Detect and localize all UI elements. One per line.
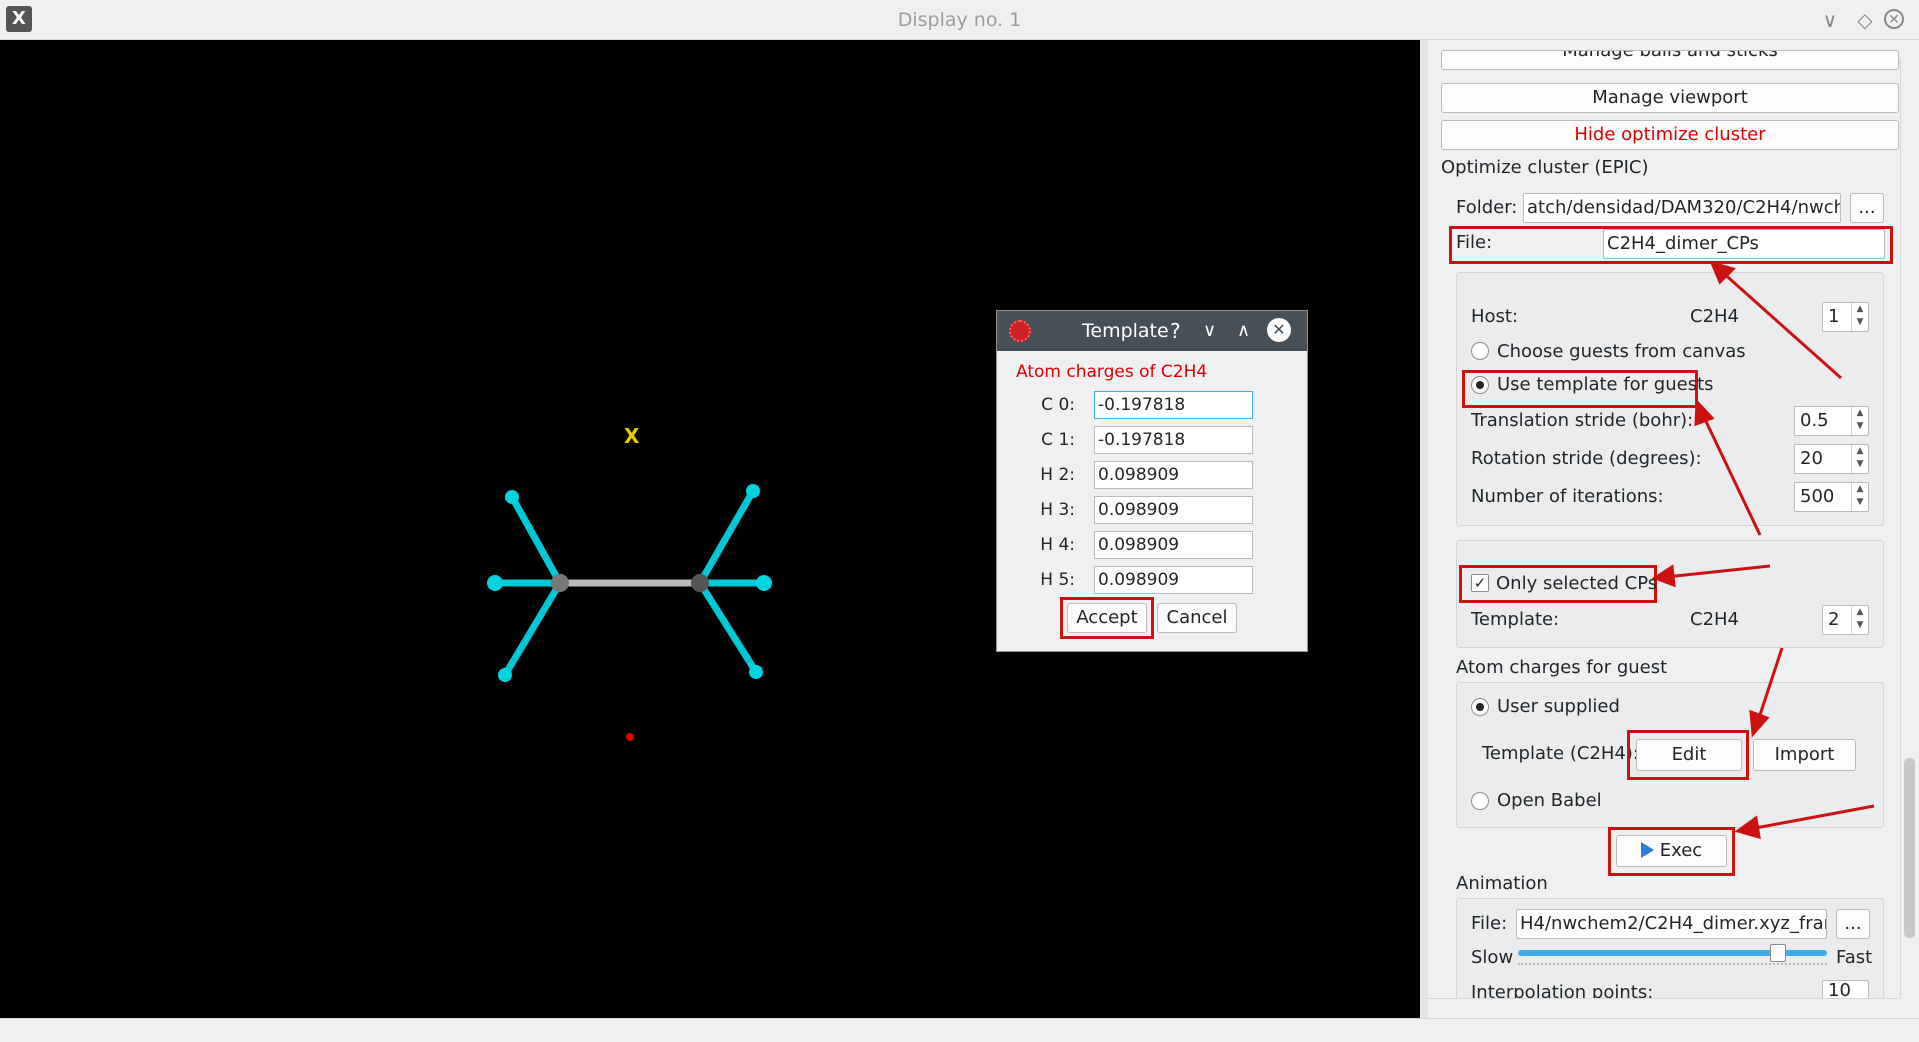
status-bar (0, 1018, 1919, 1042)
maximize-icon[interactable]: ◇ (1853, 8, 1877, 32)
dialog-minimize-icon[interactable]: ∨ (1203, 311, 1216, 351)
atom-label: H 2: (1040, 465, 1075, 485)
window-titlebar: X Display no. 1 ∨ ◇ ✕ (0, 0, 1919, 40)
atom-label: C 0: (1041, 395, 1075, 415)
panel-annotations (1651, 260, 1875, 840)
hydrogen-atom (749, 665, 763, 679)
atom-label: H 4: (1040, 535, 1075, 555)
hydrogen-atom (505, 490, 519, 504)
charge-field[interactable]: -0.197818 (1094, 426, 1253, 454)
carbon-atom (691, 574, 709, 592)
dialog-subtitle: Atom charges of C2H4 (1016, 362, 1208, 382)
dialog-titlebar: Template ? ∨ ∧ ✕ (997, 311, 1307, 351)
atom-label: H 3: (1040, 500, 1075, 520)
atom-label: C 1: (1041, 430, 1075, 450)
bond-ch (696, 579, 760, 676)
dialog-app-icon (1009, 320, 1031, 342)
accept-button[interactable]: Accept (1067, 603, 1147, 633)
atom-label: H 5: (1040, 570, 1075, 590)
charge-field[interactable]: 0.098909 (1094, 496, 1253, 524)
window-title: Display no. 1 (897, 9, 1022, 31)
scrollbar-thumb[interactable] (1904, 758, 1915, 938)
hydrogen-atom (756, 575, 772, 591)
charge-field[interactable]: 0.098909 (1094, 461, 1253, 489)
charge-field[interactable]: -0.197818 (1094, 391, 1253, 419)
hydrogen-atom (498, 668, 512, 682)
minimize-icon[interactable]: ∨ (1818, 8, 1842, 32)
critical-point (626, 733, 634, 741)
help-icon[interactable]: ? (1170, 311, 1181, 351)
carbon-atom (551, 574, 569, 592)
bond-ch (501, 579, 564, 679)
hydrogen-atom (746, 484, 760, 498)
panel-vertical-scrollbar[interactable] (1900, 58, 1919, 998)
bond-ch (508, 493, 564, 587)
cancel-button[interactable]: Cancel (1157, 603, 1237, 633)
template-dialog: Template ? ∨ ∧ ✕ Atom charges of C2H4 C … (996, 310, 1308, 652)
dialog-title: Template (1082, 320, 1169, 342)
marker-x: X (624, 424, 640, 448)
dialog-close-icon[interactable]: ✕ (1267, 318, 1291, 342)
charge-field[interactable]: 0.098909 (1094, 531, 1253, 559)
panel-horizontal-scrollbar[interactable] (1428, 998, 1900, 1016)
dialog-maximize-icon[interactable]: ∧ (1237, 311, 1250, 351)
charge-field[interactable]: 0.098909 (1094, 566, 1253, 594)
hydrogen-atom (487, 575, 503, 591)
bond-ch (696, 487, 757, 587)
close-icon[interactable]: ✕ (1884, 9, 1904, 29)
